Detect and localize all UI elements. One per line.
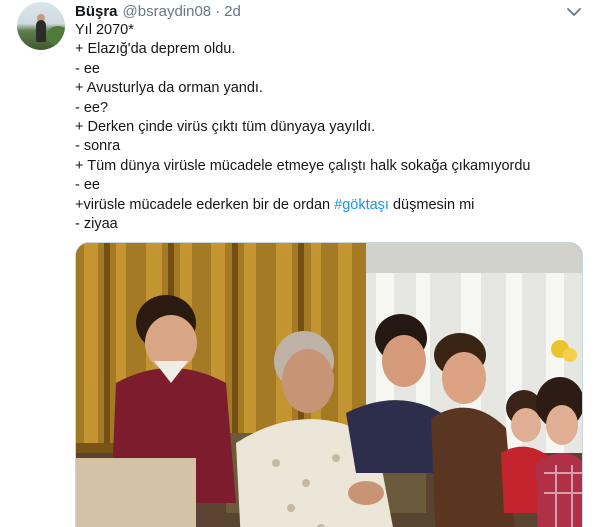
tweet-text: Yıl 2070* + Elazığ'da deprem oldu. - ee … [75, 21, 590, 234]
tweet-line: - ee [75, 177, 100, 194]
separator-dot: · [215, 3, 221, 20]
tweet-line: + Elazığ'da deprem oldu. [75, 41, 236, 58]
chevron-down-icon[interactable] [566, 5, 582, 19]
tweet-line: Yıl 2070* [75, 22, 134, 38]
tweet-line: - ziyaa [75, 216, 118, 233]
tweet-line: - ee? [75, 99, 109, 116]
tweet-line: + Derken çinde virüs çıktı tüm dünyaya y… [75, 119, 376, 136]
tweet-line-text: +virüsle mücadele ederken bir de ordan [75, 196, 335, 213]
tweet-line: +virüsle mücadele ederken bir de ordan #… [75, 196, 590, 215]
tweet-line-text: düşmesin mi [388, 196, 475, 213]
author-name[interactable]: Büşra [75, 3, 118, 21]
tweet-header: Büşra @bsraydin08 · 2d [75, 3, 241, 21]
tweet-line: - sonra [75, 138, 121, 155]
tweet-line: + Avusturlya da orman yandı. [75, 80, 263, 97]
tweet-timestamp[interactable]: 2d [224, 3, 241, 21]
tweet-line: - ee [75, 60, 100, 77]
tweet[interactable]: Büşra @bsraydin08 · 2d Yıl 2070* + Elazı… [0, 0, 603, 527]
avatar[interactable] [17, 2, 65, 50]
tweet-photo[interactable] [75, 242, 583, 527]
tweet-line: + Tüm dünya virüsle mücadele etmeye çalı… [75, 157, 531, 174]
hashtag-link[interactable]: #göktaşı [334, 197, 389, 213]
author-handle[interactable]: @bsraydin08 [123, 3, 212, 21]
